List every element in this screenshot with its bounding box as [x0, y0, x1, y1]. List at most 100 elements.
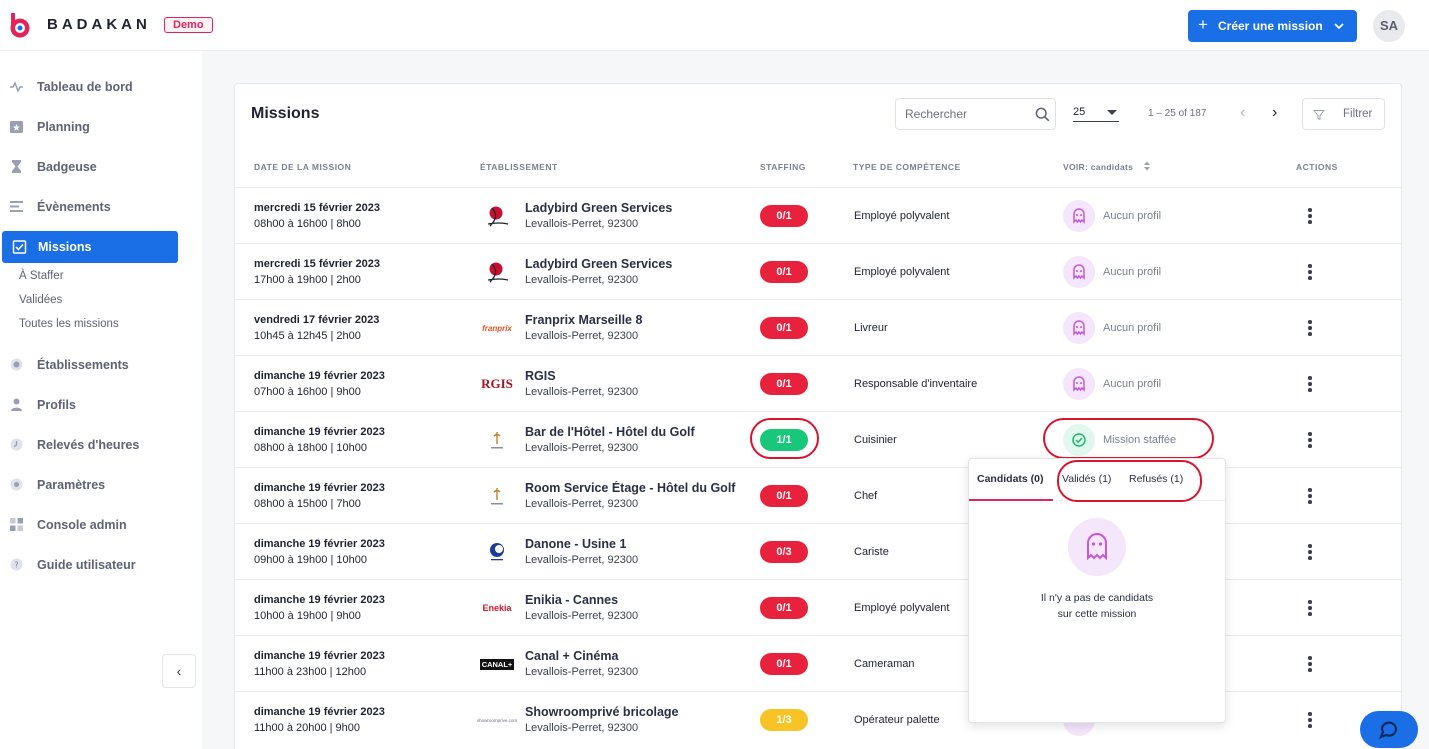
staffing-badge[interactable]: 0/1 — [760, 597, 808, 619]
mission-time: 08h00 à 18h00 | 10h00 — [254, 442, 367, 454]
ghost-icon — [1063, 312, 1095, 344]
table-row[interactable]: dimanche 19 février 2023 09h00 à 19h00 |… — [235, 523, 1401, 579]
chevron-right-icon: › — [1272, 104, 1278, 121]
more-actions-icon[interactable] — [1303, 318, 1317, 338]
more-actions-icon[interactable] — [1303, 486, 1317, 506]
sidebar-item-missions[interactable]: Missions — [2, 231, 178, 263]
sidebar-item-establishments[interactable]: Établissements — [0, 349, 202, 381]
more-actions-icon[interactable] — [1303, 262, 1317, 282]
staffing-badge[interactable]: 0/3 — [760, 541, 808, 563]
chat-bubble-icon — [1379, 721, 1398, 739]
establishment-name[interactable]: Room Service Étage - Hôtel du Golf — [525, 481, 737, 495]
user-icon — [11, 398, 22, 411]
page-size-value: 25 — [1073, 106, 1086, 118]
establishment-name[interactable]: Franprix Marseille 8 — [525, 313, 737, 327]
establishment-name[interactable]: Ladybird Green Services — [525, 257, 737, 271]
create-mission-button[interactable]: + Créer une mission — [1188, 10, 1357, 42]
candidates-status[interactable]: Aucun profil — [1103, 210, 1161, 222]
sidebar-item-profiles[interactable]: Profils — [0, 389, 202, 421]
more-actions-icon[interactable] — [1303, 206, 1317, 226]
staffing-badge[interactable]: 0/1 — [760, 653, 808, 675]
sidebar-item-dashboard[interactable]: Tableau de bord — [0, 71, 202, 103]
sidebar-subitem-to-staff[interactable]: À Staffer — [19, 270, 64, 282]
more-actions-icon[interactable] — [1303, 654, 1317, 674]
sidebar-subitem-validated[interactable]: Validées — [19, 294, 62, 306]
table-row[interactable]: dimanche 19 février 2023 10h00 à 19h00 |… — [235, 579, 1401, 635]
table-row[interactable]: dimanche 19 février 2023 08h00 à 15h00 |… — [235, 467, 1401, 523]
canal-logo: CANAL+ — [479, 658, 515, 670]
danone-logo — [490, 543, 504, 561]
mission-time: 17h00 à 19h00 | 2h00 — [254, 274, 361, 286]
sidebar-collapse-button[interactable]: ‹ — [162, 654, 196, 688]
sidebar-item-admin-console[interactable]: Console admin — [0, 509, 202, 541]
sidebar-subitem-all-missions[interactable]: Toutes les missions — [19, 318, 119, 330]
establishment-name[interactable]: Canal + Cinéma — [525, 649, 737, 663]
chat-button[interactable] — [1360, 711, 1418, 748]
page-size-select[interactable]: 25 — [1073, 106, 1119, 122]
column-header-actions: ACTIONS — [1296, 162, 1338, 172]
sidebar-item-label: Missions — [38, 240, 92, 254]
competence-type: Opérateur palette — [854, 714, 940, 726]
establishment-name[interactable]: Ladybird Green Services — [525, 201, 737, 215]
establishment-name[interactable]: RGIS — [525, 369, 737, 383]
table-row[interactable]: dimanche 19 février 2023 11h00 à 20h00 |… — [235, 691, 1401, 747]
sidebar-item-badgeuse[interactable]: Badgeuse — [0, 151, 202, 183]
establishment-name[interactable]: Bar de l'Hôtel - Hôtel du Golf — [525, 425, 737, 439]
mission-date: dimanche 19 février 2023 — [254, 650, 385, 662]
staffing-badge[interactable]: 0/1 — [760, 373, 808, 395]
competence-type: Chef — [854, 490, 878, 502]
badakan-logo-icon[interactable] — [6, 11, 34, 39]
more-actions-icon[interactable] — [1303, 542, 1317, 562]
search-box[interactable] — [895, 98, 1056, 130]
previous-page-button[interactable]: ‹ — [1240, 105, 1256, 122]
sidebar-item-label: Guide utilisateur — [37, 558, 136, 572]
table-row[interactable]: dimanche 19 février 2023 07h00 à 16h00 |… — [235, 355, 1401, 411]
user-avatar[interactable]: SA — [1373, 10, 1405, 42]
candidates-status[interactable]: Aucun profil — [1103, 322, 1161, 334]
grid-icon — [10, 518, 23, 531]
search-icon[interactable] — [1035, 107, 1050, 122]
tab-candidates[interactable]: Candidats (0) — [977, 473, 1044, 485]
staffing-badge[interactable]: 0/1 — [760, 261, 808, 283]
sort-icon[interactable] — [1143, 160, 1151, 172]
candidates-status[interactable]: Aucun profil — [1103, 266, 1161, 278]
staffing-badge[interactable]: 1/3 — [760, 709, 808, 731]
sidebar-item-user-guide[interactable]: ? Guide utilisateur — [0, 549, 202, 581]
more-actions-icon[interactable] — [1303, 710, 1317, 730]
establishment-name[interactable]: Showroomprivé bricolage — [525, 705, 737, 719]
more-actions-icon[interactable] — [1303, 374, 1317, 394]
next-page-button[interactable]: › — [1272, 104, 1288, 122]
sidebar-item-planning[interactable]: Planning — [0, 111, 202, 143]
table-row[interactable]: dimanche 19 février 2023 11h00 à 23h00 |… — [235, 635, 1401, 691]
sidebar-item-events[interactable]: Évènements — [0, 191, 202, 223]
column-header-view[interactable]: VOIR: candidats — [1063, 162, 1133, 172]
filter-button[interactable]: Filtrer — [1302, 98, 1385, 130]
showroom-logo: showroomprive.com — [476, 717, 518, 723]
chevron-down-icon[interactable] — [1334, 21, 1344, 31]
sidebar-item-timesheets[interactable]: Relevés d'heures — [0, 429, 202, 461]
competence-type: Responsable d'inventaire — [854, 378, 978, 390]
chevron-left-icon: ‹ — [176, 663, 182, 679]
establishment-name[interactable]: Danone - Usine 1 — [525, 537, 737, 551]
column-header-staffing: STAFFING — [760, 162, 806, 172]
filter-label: Filtrer — [1343, 108, 1373, 120]
candidates-status[interactable]: Aucun profil — [1103, 378, 1161, 390]
search-input[interactable] — [897, 100, 1027, 128]
mission-date: dimanche 19 février 2023 — [254, 706, 385, 718]
ghost-icon — [1063, 368, 1095, 400]
establishment-address: Levallois-Perret, 92300 — [525, 554, 639, 566]
table-row[interactable]: mercredi 15 février 2023 08h00 à 16h00 |… — [235, 187, 1401, 243]
svg-text:?: ? — [14, 561, 18, 570]
sidebar-item-settings[interactable]: Paramètres — [0, 469, 202, 501]
establishment-name[interactable]: Enikia - Cannes — [525, 593, 737, 607]
table-row[interactable]: vendredi 17 février 2023 10h45 à 12h45 |… — [235, 299, 1401, 355]
more-actions-icon[interactable] — [1303, 598, 1317, 618]
mission-date: mercredi 15 février 2023 — [254, 202, 380, 214]
staffing-badge[interactable]: 0/1 — [760, 485, 808, 507]
more-actions-icon[interactable] — [1303, 430, 1317, 450]
staffing-badge[interactable]: 0/1 — [760, 317, 808, 339]
mission-date: mercredi 15 février 2023 — [254, 258, 380, 270]
brand-name: BADAKAN — [47, 16, 151, 33]
staffing-badge[interactable]: 0/1 — [760, 205, 808, 227]
table-row[interactable]: mercredi 15 février 2023 17h00 à 19h00 |… — [235, 243, 1401, 299]
